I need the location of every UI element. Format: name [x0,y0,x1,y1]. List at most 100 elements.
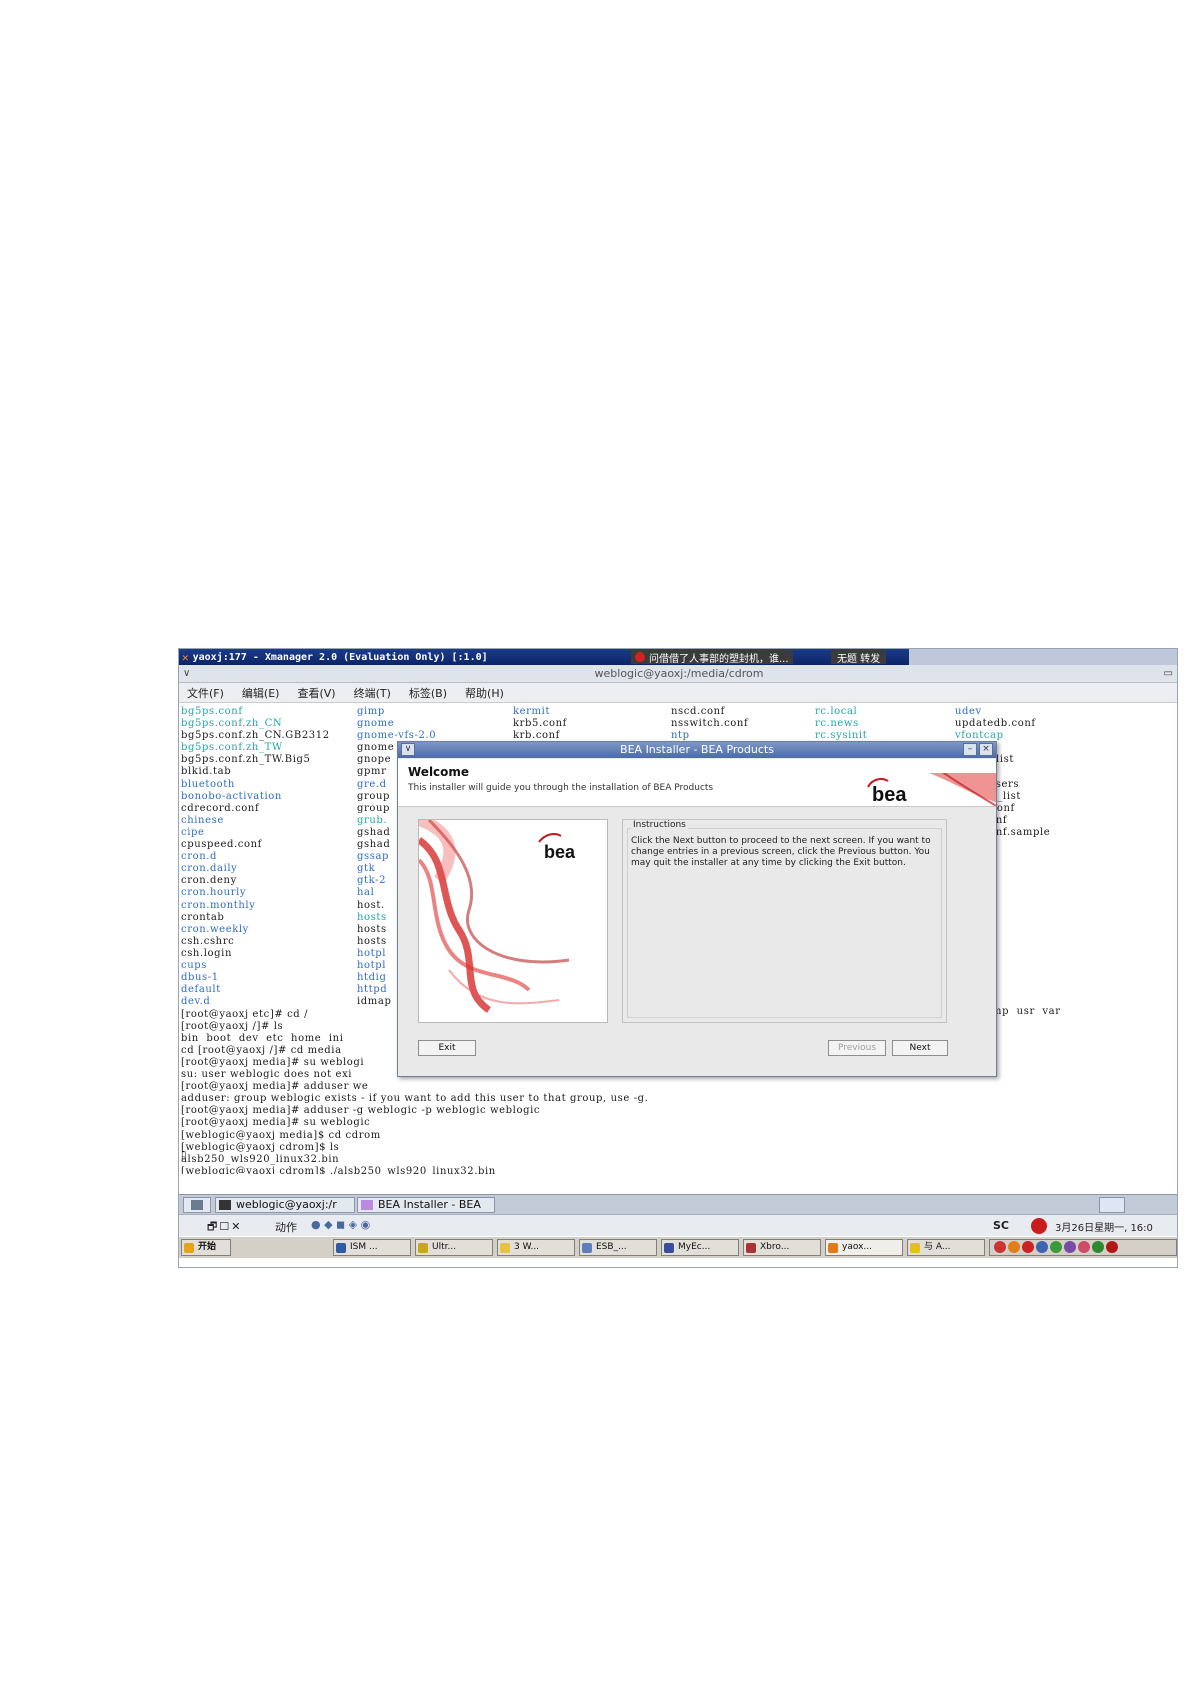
instructions-label: Instructions [631,820,688,830]
terminal-line: bg5ps.conf.zh_TW [181,742,283,754]
command-line: bin boot dev etc home ini [181,1032,344,1044]
terminal-line: kermit [513,706,551,717]
terminal-line: csh.cshrc [181,935,235,947]
command-line: [weblogic@yaoxj media]$ cd cdrom [181,1129,381,1141]
tray-icon [994,1240,1006,1253]
system-tray[interactable] [989,1239,1177,1256]
taskbar-label: ESB_... [596,1242,627,1252]
terminal-line: updatedb.conf [955,718,1036,730]
terminal-window-title: ∨ weblogic@yaoxj:/media/cdrom ▭ [179,665,1177,683]
show-desktop-button[interactable] [183,1197,211,1213]
app-icon [336,1243,346,1253]
menu-view[interactable]: 查看(V) [297,685,335,701]
xmanager-icon [828,1243,838,1253]
next-button[interactable]: Next [892,1040,948,1056]
folder-icon [500,1243,510,1253]
command-line: [root@yaoxj media]# su weblogic [181,1117,371,1129]
windows-taskbar: 开始 ISM ... Ultr... 3 W... ESB_... MyEc..… [179,1236,1177,1258]
xmanager-title: yaoxj:177 - Xmanager 2.0 (Evaluation Onl… [192,651,488,663]
workspace-switcher[interactable] [1099,1197,1125,1213]
bea-installer-dialog: ∨ BEA Installer - BEA Products – × Welco… [397,741,997,1077]
start-label: 开始 [198,1242,217,1252]
terminal-cursor: ▯ [181,1150,188,1161]
previous-button[interactable]: Previous [828,1040,886,1056]
dialog-header: Welcome This installer will guide you th… [398,759,996,807]
taskbar-item-1[interactable]: ISM ... [333,1239,411,1256]
taskbar-item-3[interactable]: 3 W... [497,1239,575,1256]
quick-launch[interactable] [239,1239,329,1256]
ime-indicator[interactable]: SC [993,1219,1009,1232]
clock[interactable]: 3月26日星期一, 16:0 [1055,1219,1153,1234]
task-terminal[interactable]: weblogic@yaoxj:/r [215,1197,355,1213]
terminal-line: bluetooth [181,778,235,790]
ls-column-4: nscd.conf nsswitch.conf ntp [671,706,748,742]
start-button[interactable]: 开始 [181,1239,231,1256]
command-line: [root@yaoxj etc]# cd / [181,1008,309,1020]
update-alert-icon[interactable] [1031,1218,1047,1234]
exit-button[interactable]: Exit [418,1040,476,1056]
taskbar-item-8[interactable]: 与 A... [907,1239,985,1256]
terminal-line: cipe [181,826,205,838]
taskbar-item-6[interactable]: Xbro... [743,1239,821,1256]
window-control-icons[interactable]: 🗗☐✕ [207,1218,242,1237]
terminal-line: bg5ps.conf.zh_CN [181,718,283,730]
command-line: [weblogic@yaoxj cdrom]$ ./alsb250_wls920… [181,1165,496,1174]
terminal-line: blkid.tab [181,766,232,778]
terminal-line: krb5.conf [513,718,567,730]
taskbar-item-4[interactable]: ESB_... [579,1239,657,1256]
xmanager-icon: ✕ [182,650,189,664]
task-installer-label: BEA Installer - BEA [378,1198,481,1211]
notification-icon [635,652,645,662]
terminal-menu-bar: 文件(F) 编辑(E) 查看(V) 终端(T) 标签(B) 帮助(H) [179,683,1177,703]
terminal-line: rc.local [815,706,858,717]
taskbar-item-2[interactable]: Ultr... [415,1239,493,1256]
screenshot-frame: ✕ yaoxj:177 - Xmanager 2.0 (Evaluation O… [178,648,1178,1268]
terminal-line: cron.monthly [181,899,256,911]
window-close-icon[interactable]: ▭ [1164,665,1173,683]
taskbar-label: ISM ... [350,1242,378,1252]
close-icon[interactable]: × [979,743,993,756]
menu-help[interactable]: 帮助(H) [465,685,504,701]
menu-terminal[interactable]: 终端(T) [354,685,391,701]
taskbar-label: Xbro... [760,1242,790,1252]
task-installer[interactable]: BEA Installer - BEA [357,1197,495,1213]
taskbar-label: yaox... [842,1242,872,1252]
terminal-line: nsswitch.conf [671,718,749,730]
app-icon [582,1243,592,1253]
command-line: [root@yaoxj /]# ls [181,1020,284,1032]
tray-icon [1022,1240,1034,1253]
show-desktop-icon [191,1200,203,1210]
gnome-bottom-panel: 🗗☐✕ 动作 ● ◆ ◼ ◈ ◉ SC 3月26日星期一, 16:0 [179,1214,1177,1237]
dialog-menu-icon[interactable]: ∨ [401,743,415,756]
menu-tabs[interactable]: 标签(B) [409,685,447,701]
task-terminal-label: weblogic@yaoxj:/r [236,1198,337,1211]
minimize-icon[interactable]: – [963,743,977,756]
command-line: alsb250_wls920_linux32.bin [181,1153,340,1165]
command-line: cd [root@yaoxj /]# cd media [181,1044,342,1056]
ls-column-5: rc.local rc.news rc.sysinit [815,706,867,742]
menu-file[interactable]: 文件(F) [187,685,224,701]
terminal-line: cpuspeed.conf [181,839,262,851]
terminal-icon [219,1200,231,1210]
terminal-line: dbus-1 [181,972,219,984]
command-line: su: user weblogic does not exi [181,1069,353,1080]
app-icon [746,1243,756,1253]
menu-edit[interactable]: 编辑(E) [242,685,280,701]
xbar-right-area [909,649,1177,665]
command-line: [root@yaoxj media]# adduser we [181,1081,369,1093]
terminal-line: cron.d [181,851,218,863]
taskbar-item-5[interactable]: MyEc... [661,1239,739,1256]
terminal-line: chinese [181,814,224,826]
tray-icon [1036,1240,1048,1253]
terminal-line: crontab [181,911,225,923]
launcher-icons[interactable]: ● ◆ ◼ ◈ ◉ [311,1218,370,1231]
terminal-line: bonobo-activation [181,790,282,802]
task-chip[interactable]: 无题 转发 [831,650,887,665]
window-menu-icon[interactable]: ∨ [183,665,190,683]
dialog-title-bar: ∨ BEA Installer - BEA Products – × [398,742,996,758]
action-menu[interactable]: 动作 [275,1219,297,1235]
taskbar-item-7[interactable]: yaox... [825,1239,903,1256]
dialog-title: BEA Installer - BEA Products [620,743,774,756]
terminal-line: udev [955,706,982,717]
notification-item[interactable]: 问借借了人事部的塑封机，谁... [631,650,793,665]
